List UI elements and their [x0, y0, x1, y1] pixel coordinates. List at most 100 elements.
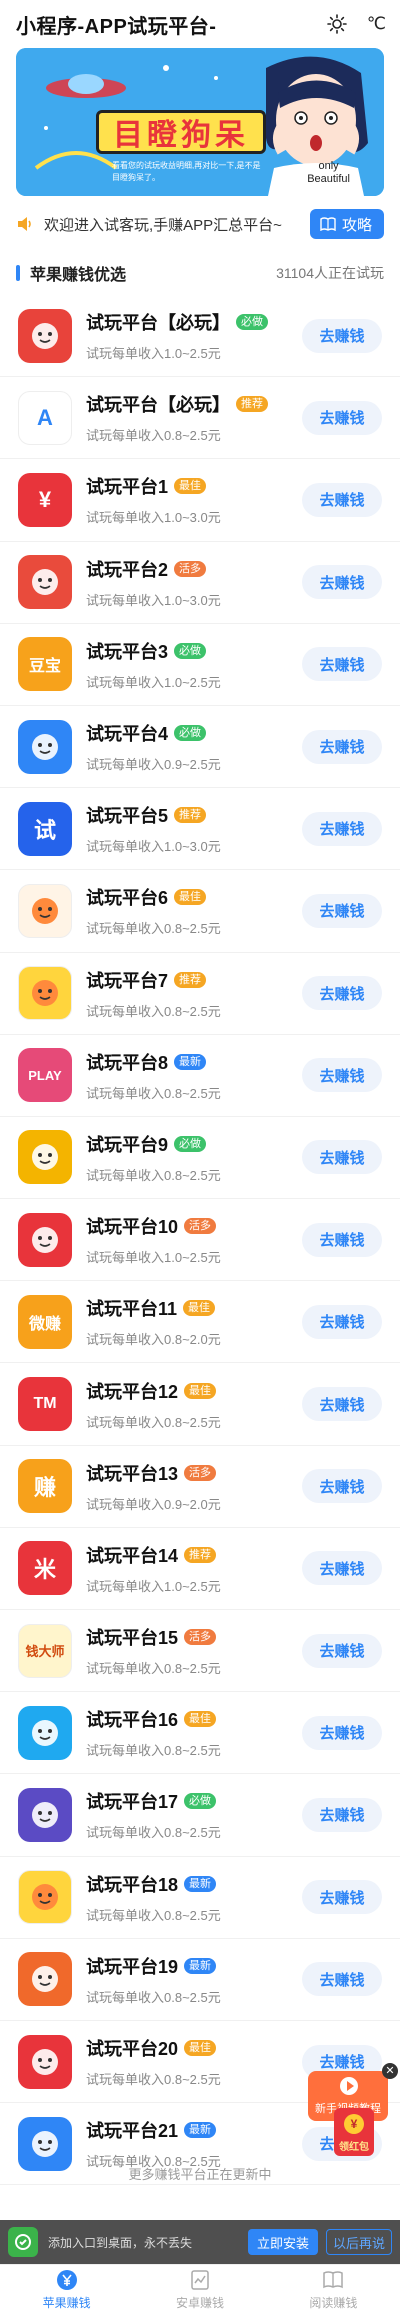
go-earn-button[interactable]: 去赚钱 — [302, 729, 382, 764]
platform-title-line: 试玩平台3 必做 — [86, 638, 302, 664]
platform-row[interactable]: 豆宝 试玩平台3 必做 试玩每单收入1.0~2.5元 去赚钱 — [0, 624, 400, 706]
platform-tag-badge: 最新 — [184, 1875, 217, 1892]
page-title: 小程序-APP试玩平台- — [16, 15, 217, 38]
platform-tag-badge: 最新 — [184, 1957, 217, 1974]
platform-row[interactable]: 试玩平台17 必做 试玩每单收入0.8~2.5元 去赚钱 — [0, 1774, 400, 1857]
go-earn-button[interactable]: 去赚钱 — [302, 1387, 382, 1422]
topbar-icons: ℃ — [327, 14, 386, 34]
go-earn-button[interactable]: 去赚钱 — [302, 811, 382, 846]
go-earn-button[interactable]: 去赚钱 — [302, 976, 382, 1011]
platform-info: 试玩平台3 必做 试玩每单收入1.0~2.5元 — [86, 638, 302, 691]
go-earn-button[interactable]: 去赚钱 — [302, 1304, 382, 1339]
section-title-group: 苹果赚钱优选 — [16, 261, 126, 285]
platform-title-line: 试玩平台12 最佳 — [86, 1378, 302, 1404]
go-earn-button[interactable]: 去赚钱 — [302, 1633, 382, 1668]
cowboy-icon — [18, 1787, 72, 1842]
strategy-button[interactable]: 攻略 — [309, 209, 384, 239]
platform-info: 试玩平台【必玩】 推荐 试玩每单收入0.8~2.5元 — [86, 391, 302, 444]
platform-title: 试玩平台6 — [86, 888, 169, 909]
platform-income: 试玩每单收入0.9~2.5元 — [86, 757, 221, 773]
platform-income: 试玩每单收入1.0~3.0元 — [86, 510, 221, 526]
go-earn-button[interactable]: 去赚钱 — [302, 1551, 382, 1586]
promo-banner[interactable]: 目瞪狗呆 看看您的试玩收益明细,再对比一下,是不是目瞪狗呆了。 only Bea… — [16, 48, 384, 196]
celsius-icon[interactable]: ℃ — [367, 14, 386, 34]
platform-tag-badge: 必做 — [174, 1135, 207, 1152]
app-icon-glyph: 微赚 — [28, 1315, 61, 1333]
platform-title: 试玩平台21 — [86, 2121, 179, 2142]
go-earn-button[interactable]: 去赚钱 — [302, 318, 382, 353]
platform-row[interactable]: 赚 试玩平台13 活多 试玩每单收入0.9~2.0元 去赚钱 — [0, 1446, 400, 1528]
go-earn-button[interactable]: 去赚钱 — [302, 482, 382, 517]
go-earn-button[interactable]: 去赚钱 — [302, 1715, 382, 1750]
lion-icon — [18, 2034, 72, 2089]
go-earn-button[interactable]: 去赚钱 — [302, 1797, 382, 1832]
platform-row[interactable]: 试玩平台9 必做 试玩每单收入0.8~2.5元 去赚钱 — [0, 1117, 400, 1200]
platform-row[interactable]: 试玩平台18 最新 试玩每单收入0.8~2.5元 去赚钱 — [0, 1857, 400, 1939]
platform-row[interactable]: 米 试玩平台14 推荐 试玩每单收入1.0~2.5元 去赚钱 — [0, 1528, 400, 1610]
close-icon[interactable]: ✕ — [382, 2063, 398, 2079]
go-earn-button[interactable]: 去赚钱 — [302, 1058, 382, 1093]
tab-label: 苹果赚钱 — [42, 2295, 91, 2310]
platform-row[interactable]: 试玩平台19 最新 试玩每单收入0.8~2.5元 去赚钱 — [0, 1939, 400, 2021]
platform-tag-badge: 最佳 — [184, 1711, 217, 1728]
platform-title-line: 试玩平台10 活多 — [86, 1213, 302, 1239]
go-earn-button[interactable]: 去赚钱 — [302, 893, 382, 928]
red-monster-icon — [18, 1212, 72, 1267]
platform-row[interactable]: 钱大师 试玩平台15 活多 试玩每单收入0.8~2.5元 去赚钱 — [0, 1610, 400, 1693]
tab-apple-earn[interactable]: 苹果赚钱 — [0, 2265, 133, 2314]
platform-title: 试玩平台11 — [86, 1299, 178, 1320]
platform-row[interactable]: 试 试玩平台5 推荐 试玩每单收入1.0~3.0元 去赚钱 — [0, 788, 400, 871]
platform-title: 试玩平台13 — [86, 1463, 179, 1484]
platform-info: 试玩平台15 活多 试玩每单收入0.8~2.5元 — [86, 1624, 302, 1677]
go-earn-button[interactable]: 去赚钱 — [302, 647, 382, 682]
platform-row[interactable]: A 试玩平台【必玩】 推荐 试玩每单收入0.8~2.5元 去赚钱 — [0, 377, 400, 460]
later-button[interactable]: 以后再说 — [326, 2229, 392, 2255]
go-earn-button[interactable]: 去赚钱 — [302, 400, 382, 435]
tab-android-earn[interactable]: 安卓赚钱 — [133, 2265, 266, 2314]
speaker-icon — [18, 217, 31, 231]
platform-row[interactable]: 试玩平台【必玩】 必做 试玩每单收入1.0~2.5元 去赚钱 — [0, 295, 400, 378]
platform-title-line: 试玩平台16 最佳 — [86, 1706, 302, 1732]
platform-title-line: 试玩平台18 最新 — [86, 1871, 302, 1897]
red-packet-label: 领红包 — [339, 2142, 369, 2153]
platform-info: 试玩平台13 活多 试玩每单收入0.9~2.0元 — [86, 1460, 302, 1513]
sun-icon[interactable] — [327, 14, 347, 34]
platform-info: 试玩平台8 最新 试玩每单收入0.8~2.5元 — [86, 1049, 302, 1102]
go-earn-button[interactable]: 去赚钱 — [302, 1140, 382, 1175]
platform-row[interactable]: 试玩平台10 活多 试玩每单收入1.0~2.5元 去赚钱 — [0, 1199, 400, 1282]
platform-tag-badge: 活多 — [184, 1464, 217, 1481]
red-packet-float[interactable]: ¥ 领红包 — [334, 2108, 374, 2156]
platform-row[interactable]: PLAY 试玩平台8 最新 试玩每单收入0.8~2.5元 去赚钱 — [0, 1035, 400, 1117]
platform-row[interactable]: 试玩平台2 活多 试玩每单收入1.0~3.0元 去赚钱 — [0, 542, 400, 624]
platform-row[interactable]: 试玩平台16 最佳 试玩每单收入0.8~2.5元 去赚钱 — [0, 1692, 400, 1775]
go-earn-button[interactable]: 去赚钱 — [302, 1222, 382, 1257]
banner-tagline-line1: only — [318, 160, 339, 172]
platform-row[interactable]: TM 试玩平台12 最佳 试玩每单收入0.8~2.5元 去赚钱 — [0, 1363, 400, 1446]
platform-row[interactable]: 试玩平台7 推荐 试玩每单收入0.8~2.5元 去赚钱 — [0, 953, 400, 1035]
go-earn-button[interactable]: 去赚钱 — [302, 1880, 382, 1915]
go-earn-button[interactable]: 去赚钱 — [302, 565, 382, 600]
platform-row[interactable]: 试玩平台6 最佳 试玩每单收入0.8~2.5元 去赚钱 — [0, 870, 400, 953]
platform-tag-badge: 最新 — [174, 1053, 207, 1070]
install-banner-text: 添加入口到桌面，永不丢失 — [48, 2235, 193, 2250]
platform-info: 试玩平台14 推荐 试玩每单收入1.0~2.5元 — [86, 1542, 302, 1595]
platform-row[interactable]: 微赚 试玩平台11 最佳 试玩每单收入0.8~2.0元 去赚钱 — [0, 1281, 400, 1364]
platform-title: 试玩平台9 — [86, 1134, 169, 1155]
platform-row[interactable]: 试玩平台4 必做 试玩每单收入0.9~2.5元 去赚钱 — [0, 706, 400, 789]
go-earn-button[interactable]: 去赚钱 — [302, 1469, 382, 1504]
platform-income: 试玩每单收入0.8~2.5元 — [86, 1003, 221, 1019]
platform-tag-badge: 活多 — [174, 560, 207, 577]
go-earn-button[interactable]: 去赚钱 — [302, 1962, 382, 1997]
platform-tag-badge: 活多 — [184, 1218, 217, 1235]
platform-title: 试玩平台10 — [86, 1217, 179, 1238]
platform-info: 试玩平台16 最佳 试玩每单收入0.8~2.5元 — [86, 1706, 302, 1759]
app-icon-art — [32, 733, 58, 760]
platform-title-line: 试玩平台13 活多 — [86, 1460, 302, 1486]
platform-tag-badge: 最新 — [184, 2122, 217, 2139]
app-icon-glyph: 米 — [33, 1557, 56, 1583]
platform-title-line: 试玩平台9 必做 — [86, 1131, 302, 1157]
platform-income: 试玩每单收入0.8~2.5元 — [86, 1989, 221, 2005]
platform-row[interactable]: ¥ 试玩平台1 最佳 试玩每单收入1.0~3.0元 去赚钱 — [0, 459, 400, 542]
install-now-button[interactable]: 立即安装 — [248, 2229, 318, 2255]
tab-reading-earn[interactable]: 阅读赚钱 — [267, 2265, 400, 2314]
